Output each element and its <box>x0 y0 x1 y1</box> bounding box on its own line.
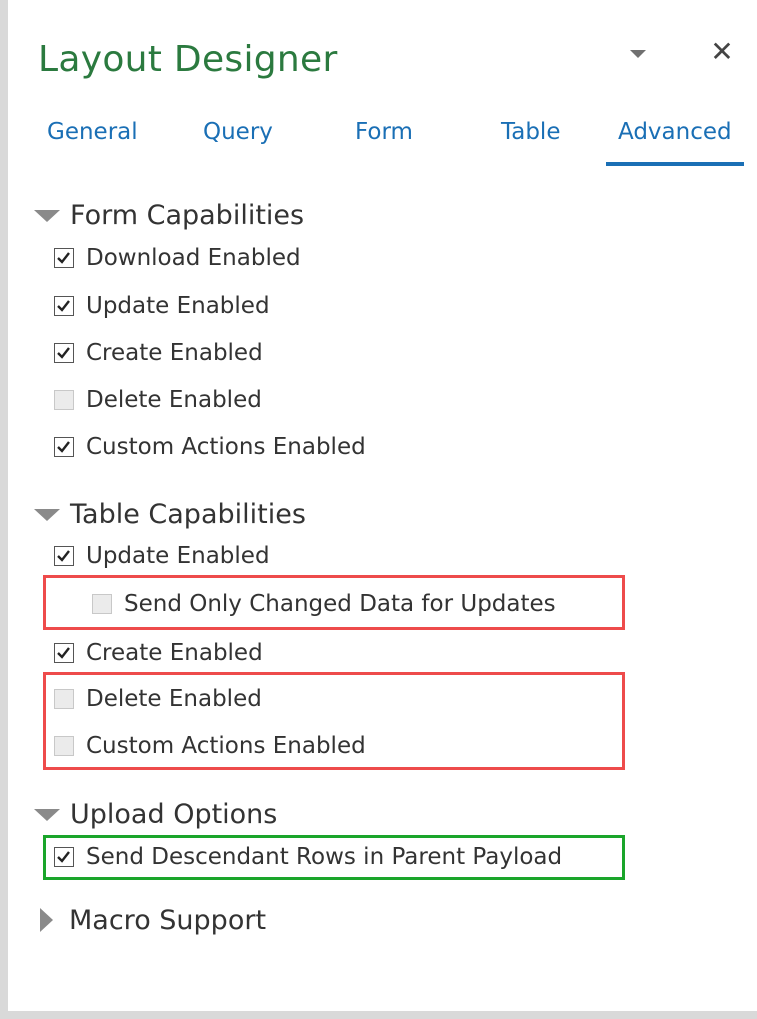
expand-triangle-icon <box>34 210 60 222</box>
option-label: Delete Enabled <box>86 686 262 712</box>
checkbox[interactable] <box>54 296 74 316</box>
table-create-enabled-option[interactable]: Create Enabled <box>54 633 263 673</box>
tab-table[interactable]: Table <box>501 110 560 162</box>
checkbox[interactable] <box>54 437 74 457</box>
section-title: Macro Support <box>69 904 267 936</box>
section-macro-support[interactable]: Macro Support <box>34 900 266 940</box>
table-update-enabled-option[interactable]: Update Enabled <box>54 536 270 576</box>
window-frame: Layout Designer ✕ General Query Form Tab… <box>0 0 757 1019</box>
form-download-enabled-option[interactable]: Download Enabled <box>54 238 301 278</box>
expand-triangle-icon <box>34 809 60 821</box>
close-icon[interactable]: ✕ <box>704 34 740 70</box>
tab-form[interactable]: Form <box>355 110 413 162</box>
panel-title: Layout Designer <box>38 39 338 80</box>
option-label: Update Enabled <box>86 543 270 569</box>
option-label: Custom Actions Enabled <box>86 434 366 460</box>
checkbox[interactable] <box>54 390 74 410</box>
table-send-only-changed-data-option[interactable]: Send Only Changed Data for Updates <box>92 584 556 624</box>
checkbox[interactable] <box>54 248 74 268</box>
table-delete-enabled-option[interactable]: Delete Enabled <box>54 679 262 719</box>
option-label: Create Enabled <box>86 640 263 666</box>
section-title: Form Capabilities <box>70 199 305 231</box>
option-label: Create Enabled <box>86 340 263 366</box>
option-label: Delete Enabled <box>86 387 262 413</box>
tab-query[interactable]: Query <box>203 110 273 162</box>
checkbox[interactable] <box>92 594 112 614</box>
section-form-capabilities[interactable]: Form Capabilities <box>34 195 304 235</box>
option-label: Send Only Changed Data for Updates <box>124 591 556 617</box>
form-custom-actions-enabled-option[interactable]: Custom Actions Enabled <box>54 427 366 467</box>
checkbox[interactable] <box>54 736 74 756</box>
upload-send-descendant-rows-option[interactable]: Send Descendant Rows in Parent Payload <box>54 837 562 877</box>
expand-triangle-icon <box>34 509 60 521</box>
option-label: Custom Actions Enabled <box>86 733 366 759</box>
checkbox[interactable] <box>54 343 74 363</box>
option-label: Update Enabled <box>86 293 270 319</box>
form-update-enabled-option[interactable]: Update Enabled <box>54 286 270 326</box>
section-table-capabilities[interactable]: Table Capabilities <box>34 494 306 534</box>
option-label: Download Enabled <box>86 245 301 271</box>
tab-general[interactable]: General <box>47 110 138 162</box>
form-delete-enabled-option[interactable]: Delete Enabled <box>54 380 262 420</box>
checkbox[interactable] <box>54 643 74 663</box>
option-label: Send Descendant Rows in Parent Payload <box>86 844 563 870</box>
checkbox[interactable] <box>54 546 74 566</box>
tab-bar: General Query Form Table Advanced <box>38 110 757 166</box>
checkbox[interactable] <box>54 689 74 709</box>
table-custom-actions-enabled-option[interactable]: Custom Actions Enabled <box>54 726 366 766</box>
section-upload-options[interactable]: Upload Options <box>34 794 277 834</box>
form-create-enabled-option[interactable]: Create Enabled <box>54 333 263 373</box>
section-title: Upload Options <box>70 798 278 830</box>
section-title: Table Capabilities <box>70 498 306 530</box>
layout-designer-panel: Layout Designer ✕ General Query Form Tab… <box>8 0 757 1011</box>
chevron-down-icon[interactable] <box>620 36 656 72</box>
collapse-triangle-icon <box>40 908 53 932</box>
tab-advanced[interactable]: Advanced <box>606 110 744 166</box>
checkbox[interactable] <box>54 847 74 867</box>
